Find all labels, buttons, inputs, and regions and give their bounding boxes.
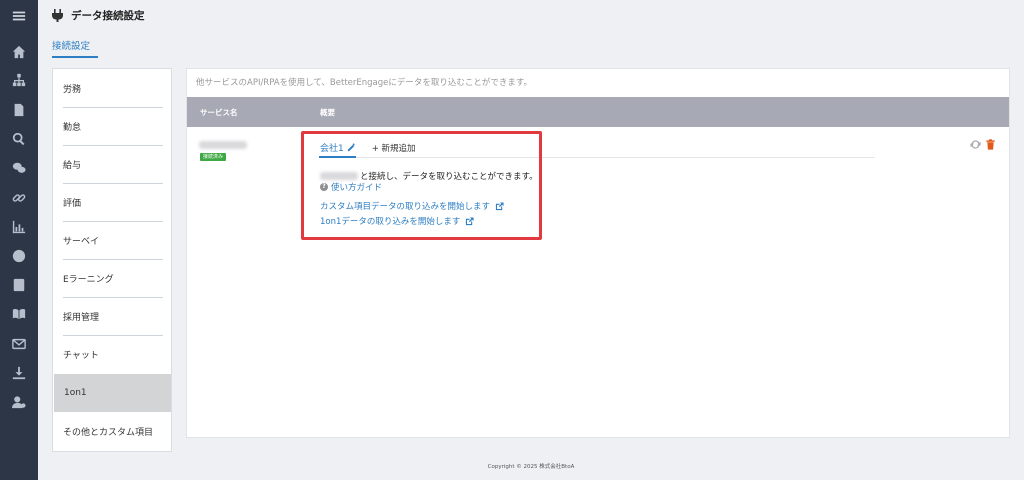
status-badge: 接続済み <box>200 153 227 161</box>
home-icon[interactable] <box>11 44 27 60</box>
category-item-elearning[interactable]: Eラーニング <box>53 259 171 297</box>
chat-icon[interactable] <box>11 160 27 176</box>
external-link-icon <box>466 216 474 225</box>
category-item-recruiting[interactable]: 採用管理 <box>53 297 171 335</box>
column-header-service-name: サービス名 <box>200 108 238 117</box>
tab-active-indicator <box>52 56 98 58</box>
pencil-icon[interactable] <box>347 143 356 152</box>
globe-icon[interactable] <box>11 248 27 264</box>
refresh-icon[interactable] <box>970 139 981 150</box>
document-icon[interactable] <box>11 102 27 118</box>
import-custom-data-label: カスタム項目データの取り込みを開始します <box>320 202 491 212</box>
guide-link-label: 使い方ガイド <box>331 183 383 193</box>
search-icon[interactable] <box>11 131 27 147</box>
book-icon[interactable] <box>11 306 27 322</box>
category-list: 労務 勤怠 給与 評価 サーベイ Eラーニング 採用管理 チャット 1on1 そ… <box>52 68 172 452</box>
org-chart-icon[interactable] <box>11 72 27 88</box>
page-header: データ接続設定 <box>52 5 145 25</box>
card-description: 他サービスのAPI/RPAを使用して、BetterEngageにデータを取り込む… <box>196 78 533 88</box>
category-item-payroll[interactable]: 給与 <box>53 145 171 183</box>
trash-icon[interactable] <box>985 139 996 150</box>
tabs-divider <box>319 157 875 158</box>
tab-company-label: 会社1 <box>320 144 344 154</box>
tab-connection-settings[interactable]: 接続設定 <box>52 38 90 57</box>
category-item-1on1[interactable]: 1on1 <box>54 374 171 412</box>
mail-icon[interactable] <box>11 336 27 352</box>
category-item-other-custom[interactable]: その他とカスタム項目 <box>53 412 171 450</box>
import-custom-data-link[interactable]: カスタム項目データの取り込みを開始します <box>320 200 504 212</box>
download-icon[interactable] <box>11 365 27 381</box>
category-item-evaluation[interactable]: 評価 <box>53 183 171 221</box>
chart-icon[interactable] <box>11 219 27 235</box>
tab-company-1[interactable]: 会社1 <box>320 141 356 154</box>
guide-link[interactable]: ? 使い方ガイド <box>320 181 382 193</box>
category-item-survey[interactable]: サーベイ <box>53 221 171 259</box>
connect-text: と接続し、データを取り込むことができます。 <box>360 172 538 182</box>
service-name-redacted <box>199 141 247 149</box>
import-1on1-data-link[interactable]: 1on1データの取り込みを開始します <box>320 215 474 227</box>
row-actions <box>970 139 996 150</box>
link-icon[interactable] <box>11 190 27 206</box>
category-item-attendance[interactable]: 勤怠 <box>53 107 171 145</box>
category-item-labor[interactable]: 労務 <box>53 69 171 107</box>
company-tabs: 会社1 + 新規追加 <box>320 141 416 154</box>
user-settings-icon[interactable] <box>11 394 27 410</box>
service-card: 他サービスのAPI/RPAを使用して、BetterEngageにデータを取り込む… <box>186 68 1010 438</box>
external-link-icon <box>495 201 504 210</box>
plug-icon <box>52 8 63 22</box>
category-item-chat[interactable]: チャット <box>53 335 171 373</box>
page-title: データ接続設定 <box>71 9 145 22</box>
table-header: サービス名 概要 <box>187 97 1009 127</box>
import-1on1-data-label: 1on1データの取り込みを開始します <box>320 217 461 227</box>
tab-active-indicator <box>319 156 356 158</box>
hamburger-menu-icon[interactable] <box>11 8 27 24</box>
service-name-redacted <box>320 172 358 180</box>
column-header-overview: 概要 <box>320 108 335 117</box>
icon-sidebar <box>0 0 38 480</box>
question-icon: ? <box>320 183 328 191</box>
contact-card-icon[interactable] <box>11 277 27 293</box>
footer-copyright: Copyright © 2025 株式会社BtoA <box>487 464 575 470</box>
add-new-button[interactable]: + 新規追加 <box>372 142 416 154</box>
